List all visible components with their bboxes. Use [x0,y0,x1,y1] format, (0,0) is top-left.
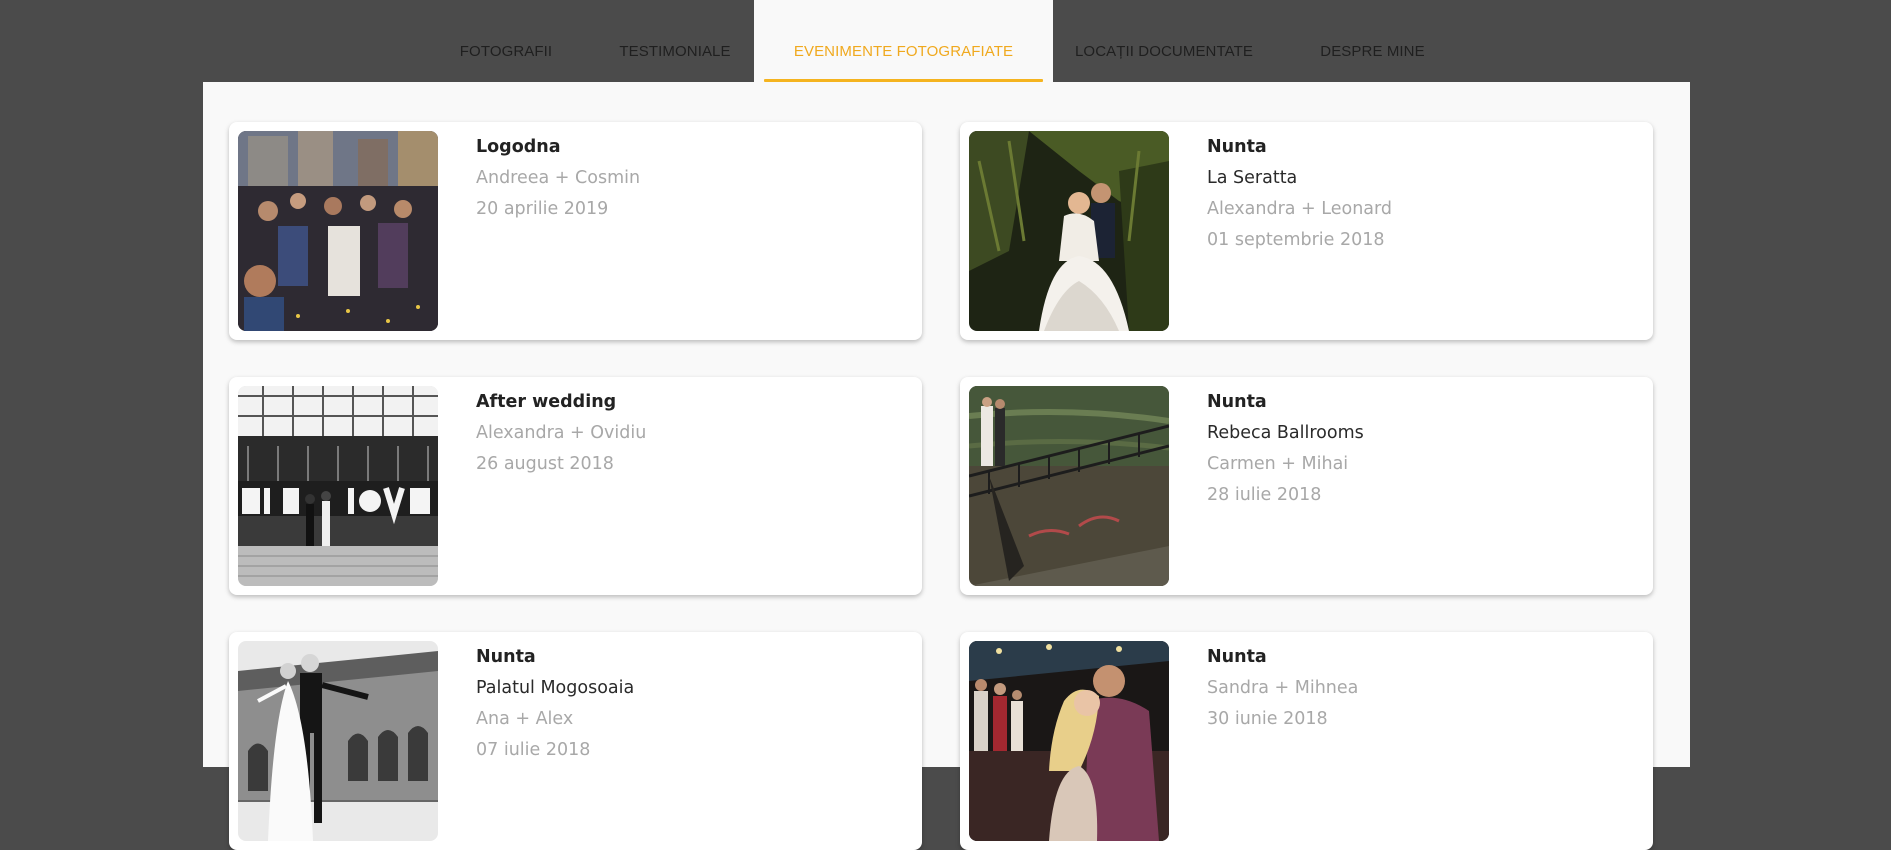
tab-label: EVENIMENTE FOTOGRAFIATE [793,43,1014,60]
event-info: Nunta Sandra + Mihnea 30 iunie 2018 [1207,642,1637,735]
event-type: Nunta [476,647,536,667]
tab-fotografii[interactable]: FOTOGRAFII [448,0,564,82]
event-info: Nunta Palatul Mogosoaia Ana + Alex 07 iu… [476,642,906,766]
event-couple: Ana + Alex [476,709,574,729]
tab-testimoniale[interactable]: TESTIMONIALE [604,0,746,82]
event-couple: Carmen + Mihai [1207,454,1349,474]
crowd-street-dance-photo[interactable] [238,131,438,331]
tab-label: LOCAȚII DOCUMENTATE [1074,43,1254,60]
event-date: 20 aprilie 2019 [476,199,609,219]
event-date: 01 septembrie 2018 [1207,230,1385,250]
love-sign-bw-photo[interactable] [238,386,438,586]
event-couple: Sandra + Mihnea [1207,678,1359,698]
event-couple: Andreea + Cosmin [476,168,641,188]
event-info: Nunta Rebeca Ballrooms Carmen + Mihai 28… [1207,387,1637,511]
tab-evenimente-fotografiate[interactable]: EVENIMENTE FOTOGRAFIATE [754,0,1053,82]
event-type: Nunta [1207,392,1267,412]
event-type: Nunta [1207,647,1267,667]
event-date: 07 iulie 2018 [476,740,591,760]
event-card-nunta-la-seratta[interactable]: Nunta La Seratta Alexandra + Leonard 01 … [960,122,1653,340]
couple-in-foliage-photo[interactable] [969,131,1169,331]
event-venue: La Seratta [1207,168,1298,188]
events-panel: Logodna Andreea + Cosmin 20 aprilie 2019 [203,82,1690,850]
event-card-after-wedding[interactable]: After wedding Alexandra + Ovidiu 26 augu… [229,377,922,595]
event-info: Nunta La Seratta Alexandra + Leonard 01 … [1207,132,1637,256]
palace-dance-bw-photo[interactable] [238,641,438,841]
event-venue: Rebeca Ballrooms [1207,423,1364,443]
event-type: Nunta [1207,137,1267,157]
event-venue: Palatul Mogosoaia [476,678,635,698]
event-date: 28 iulie 2018 [1207,485,1322,505]
event-date: 30 iunie 2018 [1207,709,1328,729]
event-couple: Alexandra + Leonard [1207,199,1393,219]
tab-label: FOTOGRAFII [459,43,553,60]
party-kiss-photo[interactable] [969,641,1169,841]
tab-despre-mine[interactable]: DESPRE MINE [1315,0,1430,82]
event-couple: Alexandra + Ovidiu [476,423,647,443]
event-info: After wedding Alexandra + Ovidiu 26 augu… [476,387,906,480]
event-card-nunta-palatul-mogosoaia[interactable]: Nunta Palatul Mogosoaia Ana + Alex 07 iu… [229,632,922,850]
event-card-logodna-andreea-cosmin[interactable]: Logodna Andreea + Cosmin 20 aprilie 2019 [229,122,922,340]
tab-label: TESTIMONIALE [619,43,731,60]
event-date: 26 august 2018 [476,454,614,474]
event-card-nunta-sandra-mihnea[interactable]: Nunta Sandra + Mihnea 30 iunie 2018 [960,632,1653,850]
top-tab-bar: FOTOGRAFII TESTIMONIALE EVENIMENTE FOTOG… [0,0,1891,82]
lakeside-railing-photo[interactable] [969,386,1169,586]
event-info: Logodna Andreea + Cosmin 20 aprilie 2019 [476,132,906,225]
event-type: Logodna [476,137,561,157]
event-type: After wedding [476,392,617,412]
tab-locatii-documentate[interactable]: LOCAȚII DOCUMENTATE [1070,0,1258,82]
event-card-nunta-rebeca-ballrooms[interactable]: Nunta Rebeca Ballrooms Carmen + Mihai 28… [960,377,1653,595]
tab-label: DESPRE MINE [1320,43,1425,60]
